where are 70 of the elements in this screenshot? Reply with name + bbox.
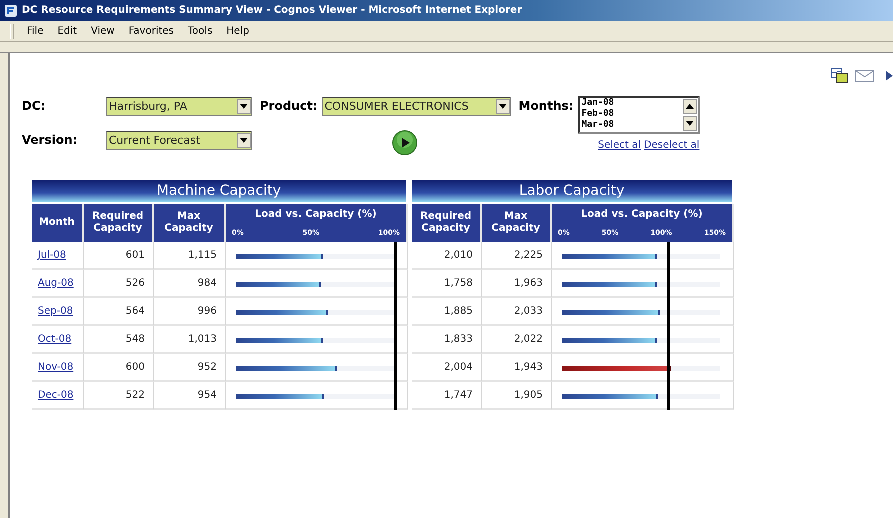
table-cell: 1,885: [412, 298, 482, 326]
table-cell: 2,010: [412, 242, 482, 270]
table-cell: 1,905: [482, 382, 552, 410]
month-link[interactable]: Aug-08: [38, 278, 74, 288]
column-header: Load vs. Capacity (%): [580, 209, 704, 221]
table-cell: 984: [154, 270, 226, 298]
up-arrow-icon: [686, 104, 694, 109]
column-header: Month: [32, 204, 84, 242]
column-header: Required Capacity: [84, 204, 154, 242]
link[interactable]: Select al: [598, 140, 642, 151]
table-cell: 2,033: [482, 298, 552, 326]
menu-item[interactable]: File: [20, 24, 51, 38]
month-link[interactable]: Nov-08: [38, 362, 74, 372]
dropdown[interactable]: Harrisburg, PA: [106, 97, 252, 116]
table-cell: 564: [84, 298, 154, 326]
column-header: Required Capacity: [412, 204, 482, 242]
menu-item[interactable]: Tools: [181, 24, 220, 38]
month-link[interactable]: Sep-08: [38, 306, 74, 316]
dropdown-arrow-icon: [498, 104, 507, 109]
dropdown-arrow-icon: [240, 138, 248, 142]
layout-icon[interactable]: [831, 68, 849, 84]
table-cell: 1,943: [482, 354, 552, 382]
field-label: DC:: [22, 98, 47, 113]
dropdown[interactable]: Current Forecast: [106, 130, 252, 150]
table-cell: 1,013: [154, 326, 226, 354]
field-label: Version:: [22, 132, 79, 146]
menu-item[interactable]: Edit: [50, 24, 84, 38]
table-cell: 2,022: [482, 326, 552, 354]
group-header: Labor Capacity: [412, 180, 734, 204]
dropdown[interactable]: CONSUMER ELECTRONICS: [322, 97, 511, 116]
column-header: Max Capacity: [154, 204, 226, 242]
scroll-up-button[interactable]: [682, 99, 697, 114]
field-label: Months:: [518, 98, 574, 113]
column-header: Load vs. Capacity (%): [254, 209, 378, 221]
month-link[interactable]: Oct-08: [38, 334, 72, 344]
list-item[interactable]: Jan-08: [582, 98, 682, 109]
list-item[interactable]: Mar-08: [582, 120, 682, 131]
table-cell: 1,833: [412, 326, 482, 354]
dropdown-arrow-icon: [240, 104, 248, 109]
list-item[interactable]: Feb-08: [582, 109, 682, 120]
month-link[interactable]: Jul-08: [38, 250, 66, 260]
field-label: Product:: [260, 98, 318, 113]
table-cell: 522: [84, 382, 154, 410]
table-cell: 526: [84, 270, 154, 298]
table-cell: 954: [154, 382, 226, 410]
table-cell: 952: [154, 354, 226, 382]
table-cell: 996: [154, 298, 226, 326]
month-link[interactable]: Dec-08: [38, 390, 74, 400]
table-cell: 2,004: [412, 354, 482, 382]
scroll-down-button[interactable]: [682, 116, 697, 131]
link[interactable]: Deselect al: [644, 140, 700, 151]
months-list[interactable]: Jan-08 Feb-08 Mar-08: [578, 96, 700, 134]
group-header: Machine Capacity: [32, 180, 408, 204]
table-cell: 1,115: [154, 242, 226, 270]
table-cell: 1,758: [412, 270, 482, 298]
table-cell: 2,225: [482, 242, 552, 270]
menu-item[interactable]: Help: [220, 24, 256, 38]
menu-item[interactable]: View: [84, 24, 122, 38]
email-icon[interactable]: [855, 68, 875, 84]
table-cell: 1,747: [412, 382, 482, 410]
table-cell: 600: [84, 354, 154, 382]
table-cell: 548: [84, 326, 154, 354]
column-header: Max Capacity: [482, 204, 552, 242]
table-cell: 1,963: [482, 270, 552, 298]
table-cell: 601: [84, 242, 154, 270]
down-arrow-icon: [686, 121, 694, 126]
browser-logo-icon: [4, 4, 18, 18]
window-title: DC Resource Requirements Summary View - Cognos Viewer - Microsoft Internet Explorer: [22, 5, 522, 16]
menu-item[interactable]: Favorites: [122, 24, 182, 38]
run-button[interactable]: [392, 130, 418, 156]
